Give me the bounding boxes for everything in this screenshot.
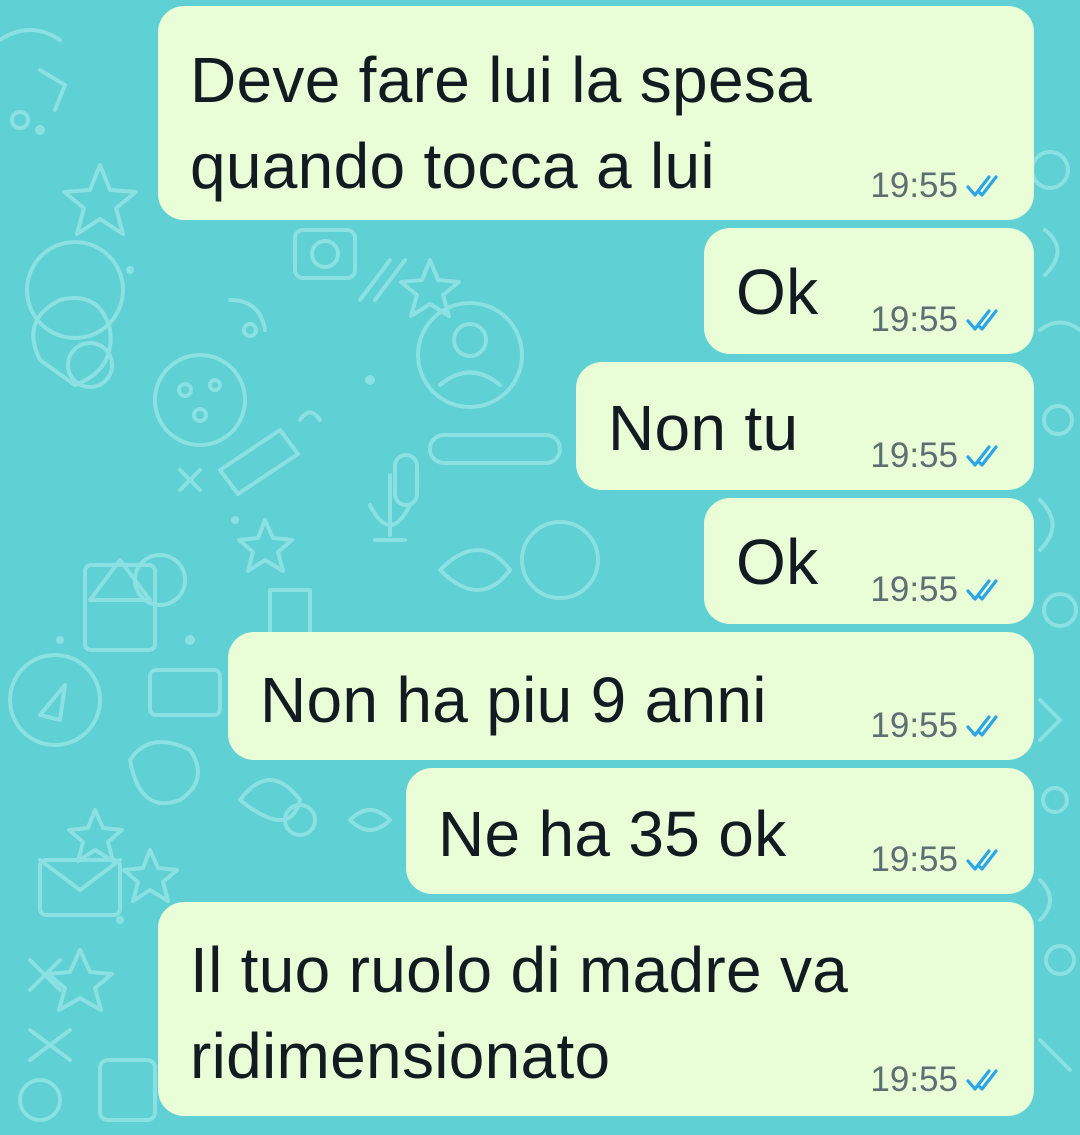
message-meta: 19:55 <box>870 840 1004 880</box>
message-text-line: ridimensionato <box>190 1020 611 1092</box>
chat-conversation: Deve fare lui la spesa quando tocca a lu… <box>0 0 1080 1135</box>
message-bubble-outgoing[interactable]: Non ha piu 9 anni 19:55 <box>228 632 1034 760</box>
message-bubble-outgoing[interactable]: Non tu 19:55 <box>576 362 1034 490</box>
message-meta: 19:55 <box>870 166 1004 206</box>
double-check-read-icon <box>966 1069 998 1091</box>
double-check-read-icon <box>966 445 998 467</box>
message-meta: 19:55 <box>870 300 1004 340</box>
double-check-read-icon <box>966 849 998 871</box>
message-time: 19:55 <box>870 706 958 745</box>
message-bubble-outgoing[interactable]: Ok 19:55 <box>704 228 1034 354</box>
message-bubble-outgoing[interactable]: Ok 19:55 <box>704 498 1034 624</box>
message-meta: 19:55 <box>870 570 1004 610</box>
message-time: 19:55 <box>870 300 958 339</box>
double-check-read-icon <box>966 715 998 737</box>
message-meta: 19:55 <box>870 1060 1004 1100</box>
message-bubble-outgoing[interactable]: Ne ha 35 ok 19:55 <box>406 768 1034 894</box>
message-meta: 19:55 <box>870 436 1004 476</box>
double-check-read-icon <box>966 175 998 197</box>
message-bubble-outgoing[interactable]: Il tuo ruolo di madre va ridimensionato … <box>158 902 1034 1116</box>
message-text-line: quando tocca a lui <box>190 130 715 202</box>
message-text-line: Deve fare lui la spesa <box>190 44 813 116</box>
message-time: 19:55 <box>870 570 958 609</box>
message-time: 19:55 <box>870 840 958 879</box>
message-text-line: Non tu <box>608 392 799 464</box>
message-text-line: Ok <box>736 526 819 598</box>
message-time: 19:55 <box>870 166 958 205</box>
message-time: 19:55 <box>870 1060 958 1099</box>
message-bubble-outgoing[interactable]: Deve fare lui la spesa quando tocca a lu… <box>158 6 1034 220</box>
message-text-line: Il tuo ruolo di madre va <box>190 934 849 1006</box>
message-text-line: Non ha piu 9 anni <box>260 664 767 736</box>
message-text-line: Ne ha 35 ok <box>438 798 787 870</box>
message-text-line: Ok <box>736 256 819 328</box>
double-check-read-icon <box>966 579 998 601</box>
message-meta: 19:55 <box>870 706 1004 746</box>
message-time: 19:55 <box>870 436 958 475</box>
double-check-read-icon <box>966 309 998 331</box>
